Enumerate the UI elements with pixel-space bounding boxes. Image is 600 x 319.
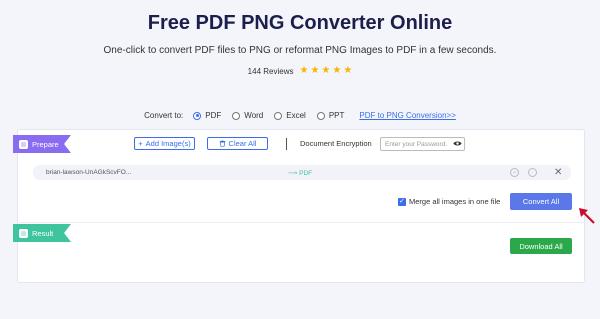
radio-ppt[interactable]: PPT xyxy=(316,111,345,120)
result-tag: Result xyxy=(13,224,71,242)
radio-word-label: Word xyxy=(244,111,264,120)
panel-divider xyxy=(17,222,585,223)
hand-icon xyxy=(19,139,28,149)
rating-stars: ★ ★ ★ ★ ★ xyxy=(299,66,352,76)
document-encryption-label: Document Encryption xyxy=(300,139,372,148)
convert-to-row: Convert to: PDF Word Excel PPT PDF to PN… xyxy=(0,111,600,120)
radio-word-indicator[interactable] xyxy=(232,111,241,120)
arrow-right-icon: ⟶ xyxy=(288,169,300,177)
converter-panel xyxy=(17,129,585,283)
prepare-label: Prepare xyxy=(32,139,59,149)
clear-all-label: Clear All xyxy=(228,139,257,148)
radio-ppt-indicator[interactable] xyxy=(316,111,325,120)
result-label: Result xyxy=(32,228,54,238)
radio-excel-indicator[interactable] xyxy=(274,111,283,120)
radio-pdf-indicator[interactable] xyxy=(193,111,202,120)
radio-pdf[interactable]: PDF xyxy=(193,111,221,120)
clear-all-button[interactable]: Clear All xyxy=(207,137,268,150)
toolbar-divider xyxy=(286,138,287,150)
star-icon: ★ xyxy=(332,65,342,76)
eye-icon[interactable] xyxy=(453,140,462,147)
radio-pdf-label: PDF xyxy=(205,111,222,120)
reviews-count: 144 Reviews xyxy=(247,66,294,76)
add-images-button[interactable]: + Add Image(s) xyxy=(134,137,195,150)
star-icon: ★ xyxy=(310,65,320,76)
merge-label: Merge all images in one file xyxy=(409,197,501,206)
pdf-to-png-link[interactable]: PDF to PNG Conversion>> xyxy=(359,111,455,120)
star-icon: ★ xyxy=(321,65,331,76)
page-subtitle: One-click to convert PDF files to PNG or… xyxy=(103,45,497,56)
settings-circle-icon[interactable]: · xyxy=(528,168,537,177)
trash-icon xyxy=(219,140,225,147)
page-title: Free PDF PNG Converter Online xyxy=(147,12,453,34)
add-images-label: Add Image(s) xyxy=(145,139,191,148)
radio-ppt-label: PPT xyxy=(328,111,345,120)
minus-circle-icon[interactable]: − xyxy=(510,168,519,177)
merge-option[interactable]: ✓ Merge all images in one file xyxy=(398,197,500,206)
download-all-button[interactable]: Download All xyxy=(510,238,572,254)
plus-icon: + xyxy=(138,139,143,148)
file-name: brian-lawson-UnAGkScvFO... xyxy=(46,169,132,176)
star-icon: ★ xyxy=(299,65,309,76)
convert-to-label: Convert to: xyxy=(144,111,184,120)
convert-all-button[interactable]: Convert All xyxy=(510,193,572,210)
reviews-row: 144 Reviews ★ ★ ★ ★ ★ xyxy=(0,66,600,76)
file-row: brian-lawson-UnAGkScvFO... ⟶ PDF − · ✕ xyxy=(33,165,571,180)
merge-checkbox[interactable]: ✓ xyxy=(398,197,406,206)
close-icon[interactable]: ✕ xyxy=(554,167,562,178)
hand-icon xyxy=(19,228,28,238)
radio-excel[interactable]: Excel xyxy=(274,111,306,120)
file-target: ⟶ PDF xyxy=(288,169,312,177)
file-target-label: PDF xyxy=(299,169,313,177)
prepare-tag: Prepare xyxy=(13,135,71,153)
radio-excel-label: Excel xyxy=(286,111,306,120)
annotation-arrow-icon xyxy=(579,208,595,224)
password-placeholder: Enter your Password. xyxy=(385,140,448,148)
radio-word[interactable]: Word xyxy=(232,111,263,120)
star-icon: ★ xyxy=(343,65,353,76)
